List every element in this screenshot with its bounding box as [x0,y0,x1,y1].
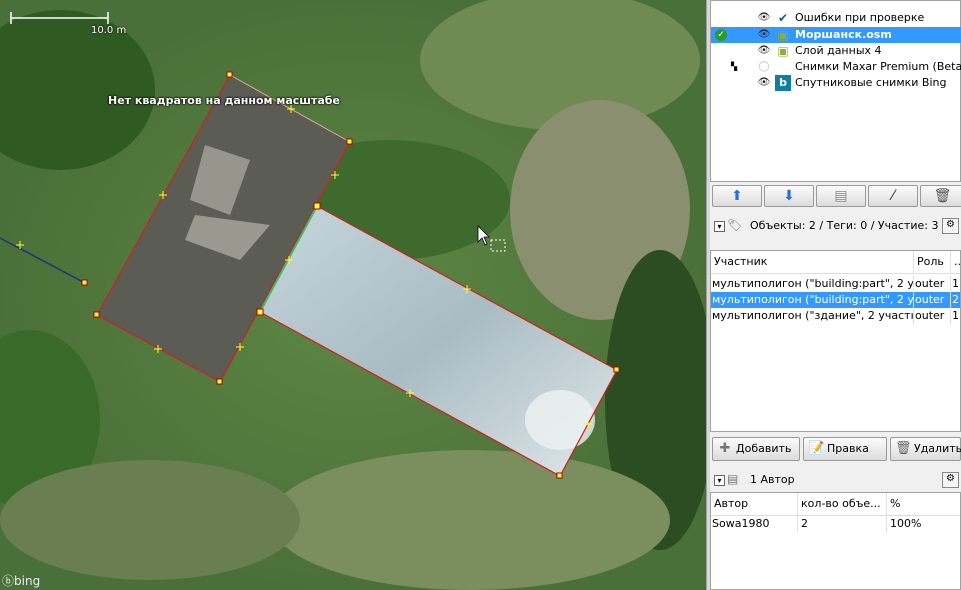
position-cell: 2 [951,292,960,308]
column-header[interactable]: Участник [711,251,914,273]
no-tiles-message: Нет квадратов на данном масштабе [108,94,340,107]
count-cell: 2 [798,516,887,532]
visibility-button[interactable]: ⁄ [868,185,918,207]
edit-label: Правка [827,442,869,455]
merge-layers-button[interactable]: ▤ [816,185,866,207]
delete-icon: 🗑 [895,441,912,456]
authors-header: ▾ ▤ 1 Автор ⚙ [710,471,961,489]
table-row[interactable]: мультиполигон ("building:part", 2 уча...… [711,292,960,308]
offset-indicator-icon: ▚ [731,62,738,71]
position-cell: 1 [951,308,960,324]
satellite-imagery [0,0,706,590]
map-view[interactable]: 10.0 m Нет квадратов на данном масштабе … [0,0,706,590]
tag-icon: 🏷 [727,218,743,232]
column-header[interactable]: Автор [711,493,798,515]
membership-table: Участник Роль ... мультиполигон ("buildi… [710,250,961,432]
layer-name: Моршанск.osm [795,28,892,41]
add-member-button[interactable]: ✚ Добавить [712,437,800,461]
bing-icon: b [775,75,791,91]
layer-row-bing[interactable]: 👁 b Спутниковые снимки Bing [711,75,961,91]
active-layer-check-icon: ✓ [715,29,727,41]
member-cell: мультиполигон ("building:part", 2 уча... [712,292,914,308]
layer-row-morshansk[interactable]: ✓ 👁 ▣ Моршанск.osm [711,27,961,43]
authors-table: Автор кол-во объе... % Sowa1980 2 100% [710,492,961,590]
layer-row-data-4[interactable]: 👁 ▣ Слой данных 4 [711,43,961,59]
table-header: Автор кол-во объе... % [711,493,960,516]
attribution-text: bing [14,574,41,588]
move-down-button[interactable]: ⬇ [764,185,814,207]
eye-icon[interactable]: 👁 [757,44,771,58]
layer-name: Ошибки при проверке [795,11,925,24]
delete-layer-button[interactable]: 🗑 [920,185,961,207]
delete-icon: 🗑 [933,188,952,204]
plus-icon: ✚ [719,441,731,456]
table-header: Участник Роль ... [711,251,960,274]
settings-icon[interactable]: ⚙ [942,218,959,234]
layer-name: Спутниковые снимки Bing [795,76,947,89]
column-header[interactable]: % [887,493,960,515]
table-row[interactable]: Sowa1980 2 100% [711,516,960,532]
column-header[interactable]: Роль [914,251,951,273]
column-header[interactable]: ... [951,251,960,273]
settings-icon[interactable]: ⚙ [942,472,959,488]
delete-member-button[interactable]: 🗑 Удалить [890,437,961,461]
eye-icon[interactable]: 👁 [757,11,771,25]
membership-title: Объекты: 2 / Теги: 0 / Участие: 3 [750,219,939,232]
author-cell: Sowa1980 [711,516,798,532]
move-up-icon: ⬆ [731,188,743,204]
authors-title: 1 Автор [750,473,795,486]
add-label: Добавить [736,442,792,455]
role-cell: outer [914,276,951,292]
member-cell: мультиполигон ("building:part", 2 уча... [712,276,914,292]
collapse-toggle-icon[interactable]: ▾ [714,221,725,232]
move-down-icon: ⬇ [783,188,795,204]
delete-label: Удалить [914,442,961,455]
edit-member-button[interactable]: 📝 Правка [803,437,887,461]
scale-bar-label: 10.0 m [91,25,127,36]
layer-name: Слой данных 4 [795,44,882,57]
bing-attribution[interactable]: ⓑbing [2,572,40,589]
layer-name: Снимки Maxar Premium (Beta) [795,60,961,73]
layer-row-maxar[interactable]: ▚ ◯ Снимки Maxar Premium (Beta) [711,59,961,75]
collapse-toggle-icon[interactable]: ▾ [714,475,725,486]
percent-cell: 100% [887,516,960,532]
table-row[interactable]: мультиполигон ("building:part", 2 уча...… [711,276,960,292]
author-list-icon: ▤ [727,472,739,486]
edit-icon: 📝 [808,441,825,456]
table-row[interactable]: мультиполигон ("здание", 2 участни... ou… [711,308,960,324]
role-cell: outer [914,292,951,308]
eye-icon[interactable]: 👁 [757,76,771,90]
validation-check-icon: ✔ [777,11,789,25]
eye-icon[interactable]: 👁 [757,28,771,42]
merge-layers-icon: ▤ [834,188,848,204]
role-cell: outer [914,308,951,324]
data-layer-icon: ▣ [777,28,789,42]
side-panel: 👁 ✔ Ошибки при проверке ✓ 👁 ▣ Моршанск.o… [710,0,961,590]
layers-list: 👁 ✔ Ошибки при проверке ✓ 👁 ▣ Моршанск.o… [710,0,961,182]
member-cell: мультиполигон ("здание", 2 участни... [712,308,914,324]
column-header[interactable]: кол-во объе... [798,493,887,515]
data-layer-icon: ▣ [777,44,789,58]
move-up-button[interactable]: ⬆ [712,185,762,207]
eye-hidden-icon[interactable]: ◯ [757,60,771,74]
membership-header: ▾ 🏷 Объекты: 2 / Теги: 0 / Участие: 3 ⚙ [710,217,961,235]
position-cell: 1 [951,276,960,292]
visibility-icon: ⁄ [891,188,895,204]
layer-row-validation[interactable]: 👁 ✔ Ошибки при проверке [711,10,961,26]
